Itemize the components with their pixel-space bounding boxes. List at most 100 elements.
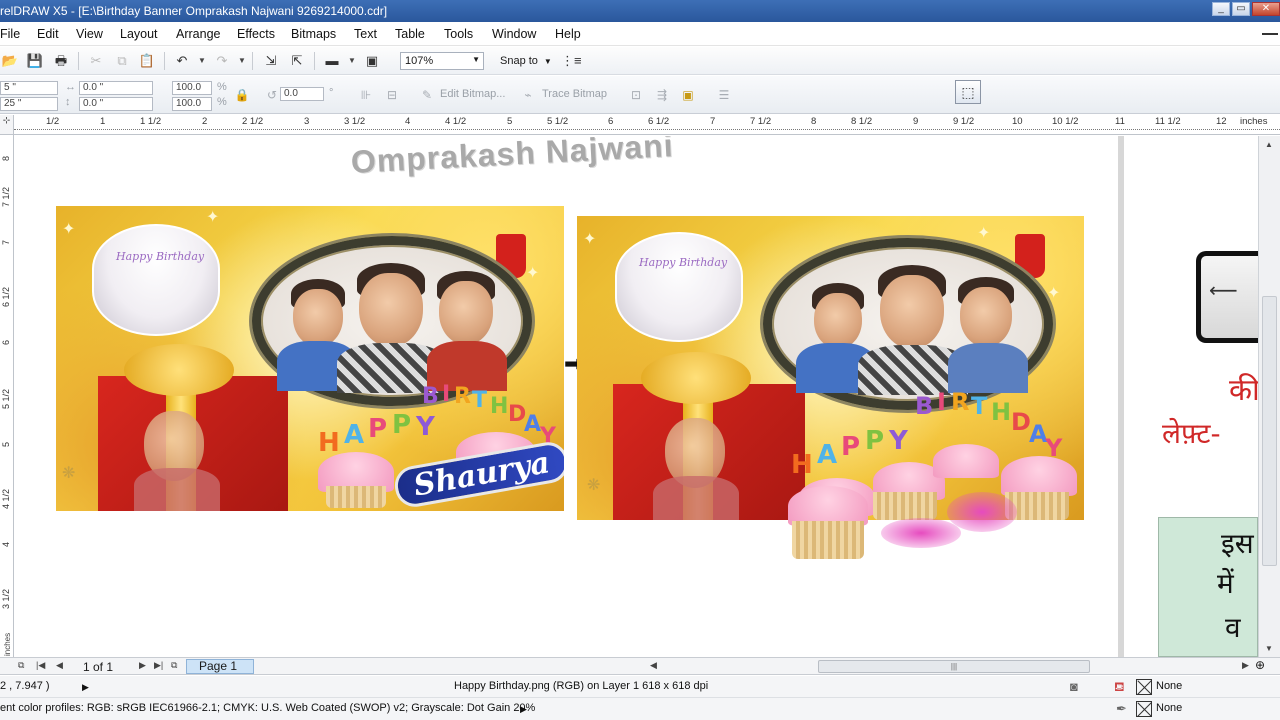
color-proof-icon[interactable]: ◙ [1070,679,1078,694]
no-outline-swatch-icon[interactable] [1136,701,1152,717]
pick-tool-icon[interactable]: ⬚ [955,80,981,104]
scroll-right-icon[interactable]: ▶ [1242,660,1249,671]
vertical-scrollbar[interactable]: ▲ ▼ [1258,136,1280,657]
menu-help[interactable]: Help [555,27,581,41]
ruler-label: 3 1/2 [1,588,11,609]
maximize-button[interactable]: ▭ [1232,2,1250,16]
copy-icon[interactable]: ⧉ [113,52,131,70]
degree-label: ° [329,87,334,99]
object-height-field[interactable]: 0.0 " [79,97,153,111]
menu-layout[interactable]: Layout [120,27,158,41]
menu-file[interactable]: File [0,27,20,41]
height-icon: ↕ [65,96,71,108]
color-profiles-text[interactable]: ent color profiles: RGB: sRGB IEC61966-2… [0,702,535,714]
menu-text[interactable]: Text [354,27,377,41]
first-page-icon[interactable]: |◀ [36,660,45,671]
scale-height-field[interactable]: 100.0 [172,97,212,111]
keyboard-key-graphic[interactable]: ⟵ [1196,251,1258,343]
redo-dropdown-icon[interactable]: ▼ [238,52,246,70]
menu-effects[interactable]: Effects [237,27,275,41]
happy-letter: Y [889,426,908,456]
happy-letter: P [841,432,861,462]
add-page-before-icon[interactable]: ⧉ [18,660,24,671]
menu-minimize-icon[interactable] [1262,33,1278,35]
object-width-field[interactable]: 0.0 " [79,81,153,95]
crop-bitmap-icon[interactable]: ⊡ [628,87,644,103]
welcome-screen-icon[interactable]: ▣ [363,52,381,70]
position-x-field[interactable]: 5 " [0,81,58,95]
horizontal-scrollbar[interactable]: ◀ ||| ▶ [650,660,1255,673]
birthday-banner-image-2[interactable]: ✦ ✦ ✦ ❋ Happy Birthday H A P P Y B I R T… [577,216,1084,520]
vertical-ruler[interactable]: 8 7 1/2 7 6 1/2 6 5 1/2 5 4 1/2 4 3 1/2 [0,135,14,657]
undo-dropdown-icon[interactable]: ▼ [198,52,206,70]
wrap-text-icon[interactable]: ☰ [716,87,732,103]
drawing-canvas[interactable]: Omprakash Najwani ✦ ✦ ✦ ❋ Happy Birthday [15,136,1258,657]
zoom-level-dropdown[interactable]: 107% ▼ [400,52,484,70]
mirror-horizontal-icon[interactable]: ⊪ [358,87,374,103]
ruler-label: 1/2 [46,116,60,127]
outline-pen-icon[interactable]: ✒ [1116,701,1127,717]
menu-table[interactable]: Table [395,27,425,41]
undo-icon[interactable]: ↶ [173,52,191,70]
menu-bitmaps[interactable]: Bitmaps [291,27,336,41]
ruler-origin-icon[interactable]: ⊹ [0,115,14,135]
heading-text-object[interactable]: Omprakash Najwani [350,136,674,181]
launcher-dropdown-icon[interactable]: ▼ [348,52,356,70]
no-fill-swatch-icon[interactable] [1136,679,1152,695]
hindi-text-panel[interactable]: इस में व [1158,517,1258,657]
open-icon[interactable]: 📂 [1,52,19,70]
edit-bitmap-icon[interactable]: ✎ [419,87,435,103]
last-page-icon[interactable]: ▶| [154,660,163,671]
export-icon[interactable]: ⇱ [288,52,306,70]
print-icon[interactable]: 🖶 [52,52,70,70]
zoom-navigator-icon[interactable]: ⊕ [1255,658,1265,672]
menu-tools[interactable]: Tools [444,27,473,41]
paste-icon[interactable]: 📋 [138,52,156,70]
hindi-text-object[interactable]: लेफ़्ट- [1162,414,1221,452]
import-icon[interactable]: ⇲ [262,52,280,70]
trace-bitmap-button[interactable]: Trace Bitmap [542,88,607,100]
menu-arrange[interactable]: Arrange [176,27,220,41]
birthday-letter: D [1011,408,1031,436]
edit-bitmap-button[interactable]: Edit Bitmap... [440,88,505,100]
snap-options-icon[interactable]: ⋮≡ [561,52,582,70]
position-y-field[interactable]: 25 " [0,97,58,111]
hindi-text-object[interactable]: की [1229,368,1258,409]
menu-window[interactable]: Window [492,27,536,41]
scale-width-field[interactable]: 100.0 [172,81,212,95]
star-icon: ❋ [62,465,76,482]
add-page-after-icon[interactable]: ⧉ [171,660,177,671]
minimize-button[interactable]: _ [1212,2,1230,16]
scroll-down-icon[interactable]: ▼ [1265,644,1273,653]
zoom-level-value: 107% [405,55,434,67]
menu-edit[interactable]: Edit [37,27,59,41]
mirror-vertical-icon[interactable]: ⊟ [384,87,400,103]
trace-bitmap-icon[interactable]: ⌁ [520,87,536,103]
horizontal-ruler[interactable]: 1/2 1 1 1/2 2 2 1/2 3 3 1/2 4 4 1/2 5 5 … [14,115,1280,135]
bitmap-color-mask-icon[interactable]: ▣ [680,87,696,103]
rotation-angle-field[interactable]: 0.0 [280,87,324,101]
menu-view[interactable]: View [76,27,103,41]
previous-page-icon[interactable]: ◀ [56,660,63,671]
fill-bucket-icon[interactable]: ⛾ [1114,679,1125,697]
resample-icon[interactable]: ⇶ [654,87,670,103]
snap-to-dropdown[interactable]: Snap to ▼ [500,55,552,67]
application-launcher-icon[interactable]: ▬ [323,52,341,70]
lock-ratio-icon[interactable]: 🔒 [234,87,250,103]
property-bar: 5 " 25 " ↔ ↕ 0.0 " 0.0 " 100.0 100.0 % %… [0,76,1280,114]
save-icon[interactable]: 💾 [26,52,44,70]
play-arrow-icon[interactable]: ▶ [82,682,89,693]
birthday-banner-image-1[interactable]: ✦ ✦ ✦ ❋ Happy Birthday H A P P Y B I R T… [56,206,564,511]
next-page-icon[interactable]: ▶ [139,660,146,671]
redo-icon[interactable]: ↷ [213,52,231,70]
star-icon: ✦ [1047,285,1061,302]
horizontal-scroll-thumb[interactable]: ||| [818,660,1090,673]
close-button[interactable]: ✕ [1252,2,1280,16]
cut-icon[interactable]: ✂ [87,52,105,70]
scroll-left-icon[interactable]: ◀ [650,660,657,671]
scroll-up-icon[interactable]: ▲ [1265,140,1273,149]
vertical-scroll-thumb[interactable] [1262,296,1277,566]
birthday-letter: H [490,394,509,419]
page-tab[interactable]: Page 1 [186,659,254,674]
play-arrow-icon[interactable]: ▶ [520,704,527,715]
